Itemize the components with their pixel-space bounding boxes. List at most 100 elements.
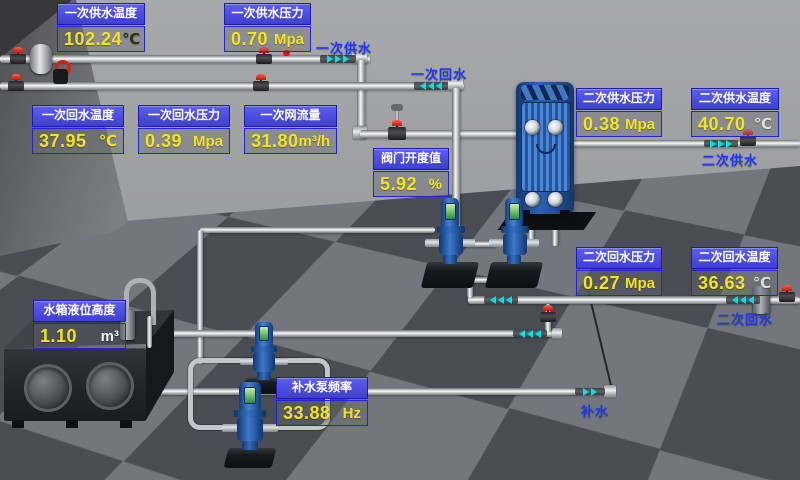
gauge-title: 二次回水压力 — [576, 247, 662, 269]
pipe-primary-supply-riser — [357, 60, 365, 134]
pipe-primary-return — [0, 82, 464, 90]
gauge-value: 37.95℃ — [32, 128, 124, 154]
gauge-unit: Mpa — [625, 275, 655, 292]
gauge-number: 33.88 — [283, 403, 331, 424]
hx-port — [548, 192, 563, 207]
gauge-value: 31.80m³/h — [244, 128, 337, 154]
pipe-label-secondary-return: 二次回水 — [717, 309, 773, 328]
gauge-number: 37.95 — [39, 131, 87, 152]
gauge-unit: ℃ — [753, 274, 771, 292]
gauge-primary-return-temp: 一次回水温度 37.95℃ — [32, 105, 124, 154]
gauge-title: 一次网流量 — [244, 105, 337, 127]
gauge-primary-return-pressure: 一次回水压力 0.39 Mpa — [138, 105, 230, 154]
pipe-label-primary-supply: 一次供水 — [316, 38, 372, 57]
gauge-primary-supply-temp: 一次供水温度 102.24℃ — [57, 3, 145, 52]
hx-carrying-bar — [521, 85, 569, 100]
flow-arrows-return-to-pumps — [484, 296, 518, 304]
gauge-value: 0.38Mpa — [576, 111, 662, 137]
gauge-number: 102.24 — [64, 29, 122, 50]
pipe-end-cap — [604, 385, 616, 398]
valve-secondary-return[interactable] — [779, 292, 795, 302]
pipe-pump-suction-drop — [197, 230, 203, 364]
gauge-unit: Mpa — [274, 31, 304, 48]
valve-primary-supply-inlet[interactable] — [10, 54, 26, 64]
pipe-label-secondary-supply: 二次供水 — [702, 150, 758, 169]
gauge-unit: Mpa — [193, 133, 223, 150]
gauge-number: 0.39 — [145, 131, 182, 152]
gauge-value: 0.39 Mpa — [138, 128, 230, 154]
gauge-title: 补水泵频率 — [276, 377, 368, 399]
gauge-unit: m³/h — [299, 133, 331, 150]
control-valve-primary[interactable] — [388, 127, 406, 140]
circulation-pump-1[interactable] — [432, 198, 468, 290]
hx-foot — [560, 210, 570, 219]
gauge-number: 36.63 — [698, 273, 746, 294]
gauge-value: 5.92% — [373, 171, 449, 197]
actuator-body — [53, 69, 68, 84]
gauge-number: 31.80 — [251, 131, 299, 152]
valve-primary-return-mid[interactable] — [253, 81, 269, 91]
pipe-makeup-main — [148, 330, 560, 337]
gauge-number: 5.92 — [380, 174, 417, 195]
flow-arrows-makeup-main — [513, 330, 547, 337]
gauge-primary-network-flow: 一次网流量 31.80m³/h — [244, 105, 337, 154]
tank-leg — [12, 420, 24, 428]
gauge-title: 一次供水压力 — [224, 3, 311, 25]
gauge-title: 一次回水压力 — [138, 105, 230, 127]
hx-port — [525, 120, 540, 135]
gauge-number: 40.70 — [698, 114, 746, 135]
valve-primary-supply-mid[interactable] — [256, 54, 272, 64]
flow-arrows-makeup-water — [575, 388, 605, 395]
tank-vent-riser — [147, 316, 152, 348]
circulation-pump-2[interactable] — [496, 198, 532, 290]
gauge-title: 二次供水压力 — [576, 88, 662, 110]
strainer-primary-supply — [30, 44, 52, 74]
tank-leg — [66, 420, 78, 428]
flow-arrows-secondary-supply — [704, 140, 738, 147]
hx-port — [548, 120, 563, 135]
valve-secondary-supply[interactable] — [740, 136, 756, 146]
gauge-title: 一次供水温度 — [57, 3, 145, 25]
tank-manhole — [24, 364, 72, 412]
makeup-pump-2[interactable] — [228, 382, 272, 468]
gauge-secondary-supply-temp: 二次供水温度 40.70 ℃ — [691, 88, 779, 137]
gauge-secondary-return-pressure: 二次回水压力 0.27 Mpa — [576, 247, 662, 296]
tank-manhole — [86, 362, 134, 410]
gauge-secondary-return-temp: 二次回水温度 36.63 ℃ — [691, 247, 778, 296]
gauge-value: 40.70 ℃ — [691, 111, 779, 137]
gauge-unit: m³ — [101, 328, 119, 345]
gauge-number: 0.27 — [583, 273, 620, 294]
gauge-value: 102.24℃ — [57, 26, 145, 52]
valve-makeup-tie[interactable] — [540, 312, 556, 322]
pipe-flange — [552, 328, 562, 339]
gauge-value: 1.10 m³ — [33, 323, 126, 349]
pipe-primary-supply — [0, 55, 370, 63]
flow-arrows-secondary-return — [726, 296, 760, 304]
gauge-tank-level: 水箱液位高度 1.10m³ — [33, 300, 126, 349]
gauge-unit: ℃ — [754, 115, 772, 133]
gauge-number: 0.70 — [231, 29, 268, 50]
gauge-primary-supply-pressure: 一次供水压力 0.70 Mpa — [224, 3, 311, 52]
control-valve-knob — [391, 104, 403, 111]
pipe-secondary-supply — [566, 140, 800, 147]
gauge-secondary-supply-pressure: 二次供水压力 0.38Mpa — [576, 88, 662, 137]
gauge-valve-opening: 阀门开度值 5.92% — [373, 148, 449, 197]
gauge-unit: Hz — [343, 405, 361, 422]
pipe-label-primary-return: 一次回水 — [411, 64, 467, 83]
flow-arrows-primary-return — [414, 82, 448, 90]
pipe-label-makeup-water: 补水 — [581, 401, 609, 420]
pipe-pump-suction — [200, 227, 435, 233]
gauge-unit: % — [429, 176, 442, 193]
gauge-number: 1.10 — [40, 326, 77, 347]
pipe-primary-supply-to-hx — [360, 130, 538, 138]
heating-station-hmi: 一次供水温度 102.24℃ 一次供水压力 0.70Mpa 一次回水温度 37.… — [0, 0, 800, 480]
gauge-value: 0.27 Mpa — [576, 270, 662, 296]
gauge-makeup-pump-frequency: 补水泵频率 33.88 Hz — [276, 377, 368, 426]
gauge-title: 二次供水温度 — [691, 88, 779, 110]
gauge-value: 0.70 Mpa — [224, 26, 311, 52]
tank-leg — [120, 420, 132, 428]
gauge-title: 一次回水温度 — [32, 105, 124, 127]
gauge-title: 二次回水温度 — [691, 247, 778, 269]
gauge-unit: ℃ — [122, 30, 140, 48]
valve-primary-return-inlet[interactable] — [8, 81, 24, 91]
